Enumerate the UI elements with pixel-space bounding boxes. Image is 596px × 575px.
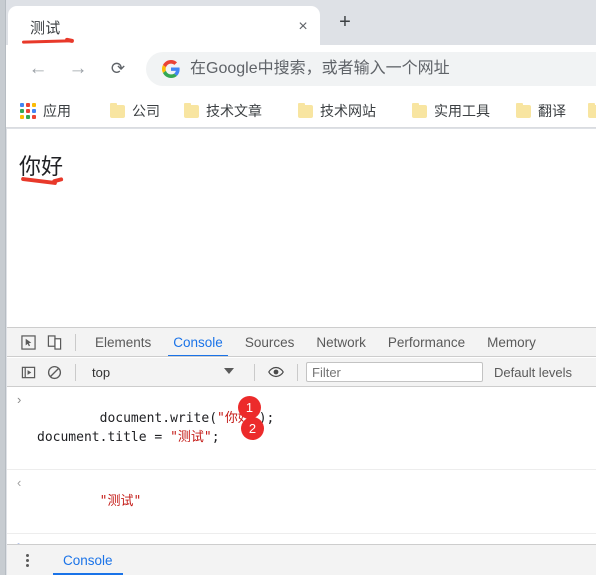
folder-icon bbox=[588, 102, 596, 118]
reload-icon[interactable]: ⟳ bbox=[104, 55, 132, 83]
forward-icon[interactable]: → bbox=[64, 55, 92, 83]
execution-context-value: top bbox=[92, 364, 111, 380]
tab-title: 测试 bbox=[30, 20, 61, 37]
bookmark-folder-1[interactable]: 公司 bbox=[110, 100, 160, 122]
tab-console[interactable]: Console bbox=[162, 328, 234, 356]
page-viewport: 你好 bbox=[7, 129, 596, 327]
log-levels-dropdown[interactable]: Default levels bbox=[494, 365, 572, 380]
annotation-badge-1: 1 bbox=[238, 396, 261, 419]
divider bbox=[75, 363, 76, 381]
bookmark-folder-overflow[interactable] bbox=[588, 100, 596, 122]
bookmark-label: 实用工具 bbox=[434, 103, 490, 119]
execution-context-dropdown[interactable]: top bbox=[84, 362, 246, 383]
output-arrow-icon: ‹ bbox=[17, 475, 22, 490]
bookmark-folder-2[interactable]: 技术文章 bbox=[184, 100, 262, 122]
tab-performance[interactable]: Performance bbox=[377, 328, 476, 356]
chevron-down-icon bbox=[224, 367, 234, 374]
console-output-message[interactable]: ‹ "测试" bbox=[7, 470, 596, 534]
clear-console-icon[interactable] bbox=[41, 359, 67, 385]
code-segment: document.title = bbox=[37, 430, 171, 445]
page-body-text: 你好 bbox=[19, 154, 64, 179]
annotation-badge-2: 2 bbox=[241, 417, 264, 440]
devtools-drawer: Console bbox=[7, 544, 596, 575]
bookmark-label: 应用 bbox=[43, 103, 71, 119]
tab-memory[interactable]: Memory bbox=[476, 328, 547, 356]
bookmark-label: 翻译 bbox=[538, 103, 566, 119]
bookmark-folder-5[interactable]: 翻译 bbox=[516, 100, 566, 122]
folder-icon bbox=[110, 102, 125, 118]
bookmark-apps[interactable]: 应用 bbox=[20, 100, 71, 122]
bookmark-label: 技术网站 bbox=[320, 103, 376, 119]
console-toolbar: top Default levels bbox=[7, 358, 596, 387]
console-input-message[interactable]: › document.write("你好"); document.title = "… bbox=[7, 387, 596, 470]
bookmarks-bar: 应用 公司 技术文章 技术网站 实用工具 翻译 bbox=[6, 93, 596, 128]
devtools-tabbar: Elements Console Sources Network Perform… bbox=[7, 328, 596, 357]
devtools-panel: Elements Console Sources Network Perform… bbox=[7, 327, 596, 575]
address-bar-placeholder: 在Google中搜索，或者输入一个网址 bbox=[190, 60, 450, 77]
drawer-tab-console[interactable]: Console bbox=[53, 545, 123, 575]
address-bar[interactable]: 在Google中搜索，或者输入一个网址 bbox=[146, 52, 596, 86]
tab-close-icon[interactable]: × bbox=[294, 18, 312, 36]
browser-window: 测试 × + ← → ⟳ 在Google中搜索，或者输入一个网址 应用 公司 技… bbox=[0, 0, 596, 575]
inspect-element-icon[interactable] bbox=[15, 329, 41, 355]
tab-elements[interactable]: Elements bbox=[84, 328, 162, 356]
bookmark-folder-4[interactable]: 实用工具 bbox=[412, 100, 490, 122]
code-segment: ; bbox=[211, 430, 220, 445]
apps-grid-icon bbox=[20, 103, 36, 119]
bookmark-label: 公司 bbox=[132, 103, 160, 119]
google-logo-icon bbox=[162, 60, 180, 78]
code-segment: document.write( bbox=[99, 411, 218, 426]
live-expression-icon[interactable] bbox=[263, 359, 289, 385]
string-segment: "测试" bbox=[170, 430, 212, 445]
divider bbox=[75, 333, 76, 351]
tab-strip: 测试 × + bbox=[0, 0, 596, 45]
execute-snippet-icon[interactable] bbox=[15, 359, 41, 385]
back-icon[interactable]: ← bbox=[24, 55, 52, 83]
tab-sources[interactable]: Sources bbox=[234, 328, 306, 356]
browser-toolbar: ← → ⟳ 在Google中搜索，或者输入一个网址 bbox=[6, 45, 596, 93]
device-toolbar-icon[interactable] bbox=[41, 329, 67, 355]
folder-icon bbox=[412, 102, 427, 118]
more-options-icon[interactable] bbox=[15, 548, 39, 572]
tab-network[interactable]: Network bbox=[305, 328, 377, 356]
bookmark-folder-3[interactable]: 技术网站 bbox=[298, 100, 376, 122]
string-segment: "测试" bbox=[99, 494, 142, 509]
input-arrow-icon: › bbox=[17, 392, 22, 407]
folder-icon bbox=[298, 102, 313, 118]
new-tab-button[interactable]: + bbox=[334, 12, 356, 34]
divider bbox=[254, 363, 255, 381]
folder-icon bbox=[184, 102, 199, 118]
bookmark-label: 技术文章 bbox=[206, 103, 262, 119]
divider bbox=[297, 363, 298, 381]
console-output: › document.write("你好"); document.title = "… bbox=[7, 387, 596, 545]
console-filter-input[interactable] bbox=[306, 362, 483, 382]
folder-icon bbox=[516, 102, 531, 118]
